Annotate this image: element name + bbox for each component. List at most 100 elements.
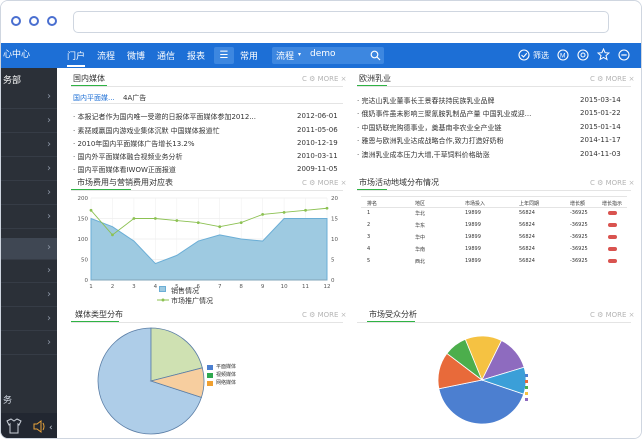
panel-title-media: 媒体类型分布: [75, 310, 123, 319]
nav-common[interactable]: 常用: [240, 49, 258, 62]
speaker-icon[interactable]: [33, 420, 45, 433]
news-item[interactable]: · 2010年国内平面媒体广告增长13.2%: [73, 139, 195, 149]
search-scope-dropdown[interactable]: 流程: [276, 49, 294, 62]
news-item-text[interactable]: 国内外平面媒体融合视频业务分析: [77, 153, 182, 161]
window-dot-3[interactable]: [47, 16, 57, 26]
series-point: [239, 221, 243, 224]
sidebar-title[interactable]: 心中心: [1, 43, 57, 68]
shirt-icon[interactable]: [6, 418, 22, 434]
news-item[interactable]: · 中国奶联完购德事业，奠基南非农业全产业链: [357, 123, 501, 133]
star-icon[interactable]: [597, 48, 610, 61]
news-item-date: 2014-11-17: [580, 136, 621, 144]
news-item-text[interactable]: 完达山乳业董事长王景春扶持民族乳业品牌: [361, 97, 494, 105]
news-item[interactable]: · 雅恩与欧洲乳业达成战略合作,致力打造好奶粉: [357, 136, 504, 146]
window-dot-2[interactable]: [29, 16, 39, 26]
nav-tab-portal[interactable]: 门户: [67, 49, 86, 67]
news-item-date: 2014-11-03: [580, 150, 621, 158]
chevron-right-icon: ›: [47, 91, 51, 102]
sidebar-item-3[interactable]: ›: [1, 135, 57, 157]
sidebar-item-11[interactable]: ›: [1, 333, 57, 355]
growth-indicator: [608, 259, 617, 263]
filter-button[interactable]: 筛选: [533, 50, 549, 61]
table-header: 地区: [415, 201, 426, 207]
sidebar: 心中心 务部 › › › › › › › › › › › 务 ‹: [1, 43, 57, 438]
chevron-right-icon: ›: [47, 242, 51, 253]
sidebar-item-9[interactable]: ›: [1, 285, 57, 307]
search-icon[interactable]: [370, 50, 381, 61]
news-item-text[interactable]: 国内平面媒体看IWOW正面报道: [77, 166, 175, 174]
table-cell: 西北: [415, 259, 426, 265]
news-item[interactable]: · 素琵威赢国内游戏业集体沉默 中国媒体报道忙: [73, 126, 220, 136]
legend-label-video: 视频媒体: [216, 372, 237, 378]
collapse-icon[interactable]: ‹: [49, 423, 53, 433]
news-item[interactable]: · 本报记者作为国内唯一受邀的日报体平面媒体参加2012...: [73, 112, 256, 122]
panel-tools-milk[interactable]: C ⚙ MORE ×: [590, 75, 635, 83]
news-item-text[interactable]: 本报记者作为国内唯一受邀的日报体平面媒体参加2012...: [77, 113, 256, 121]
table-header: 市场投入: [465, 201, 486, 207]
sidebar-item-5[interactable]: ›: [1, 183, 57, 205]
tab-4a-ads[interactable]: 4A广告: [123, 93, 146, 103]
news-item[interactable]: · 国内平面媒体看IWOW正面报道: [73, 165, 176, 175]
tab-domestic-print[interactable]: 国内平面媒...: [73, 93, 115, 103]
panel-title-audience: 市场受众分析: [369, 310, 417, 319]
panel-title-milk: 欧洲乳业: [359, 74, 391, 83]
legend-label-print: 平面媒体: [216, 364, 237, 370]
cost-chart: 050100150200051015201 2 3 4 5 6 7 8 9 10 11 12: [78, 196, 339, 290]
check-circle-icon[interactable]: [518, 49, 530, 61]
news-item-text[interactable]: 澳洲乳业成本压力大增,干草饲料价格助涨: [361, 151, 489, 159]
table-header: 增长指示: [602, 201, 623, 207]
y2-tick-label: 20: [331, 196, 338, 202]
news-item-date: 2011-05-06: [297, 126, 338, 134]
table-cell: 56824: [519, 234, 535, 240]
news-item[interactable]: · 俄奶事件虽未影响三聚氰胺乳制品产量 中国乳业或迎...: [357, 109, 531, 119]
panel-divider: [357, 190, 631, 191]
chevron-down-icon[interactable]: ▾: [298, 51, 301, 58]
legend-swatch-area: [159, 286, 166, 292]
growth-indicator: [608, 211, 617, 215]
series-point: [132, 217, 136, 220]
news-item[interactable]: · 国内外平面媒体融合视频业务分析: [73, 152, 182, 162]
panel-tools-media[interactable]: C ⚙ MORE ×: [302, 311, 347, 319]
window-dot-1[interactable]: [11, 16, 21, 26]
nav-tab-weibo[interactable]: 微博: [127, 49, 145, 62]
sidebar-category[interactable]: 务部: [1, 73, 57, 87]
menu-icon[interactable]: ☰: [214, 47, 234, 64]
panel-tools-cost[interactable]: C ⚙ MORE ×: [302, 179, 347, 187]
minus-circle-icon[interactable]: [618, 49, 630, 61]
nav-tab-process[interactable]: 流程: [97, 49, 115, 62]
sidebar-item-1[interactable]: ›: [1, 87, 57, 109]
table-cell: 2: [367, 222, 371, 228]
news-item[interactable]: · 澳洲乳业成本压力大增,干草饲料价格助涨: [357, 150, 490, 160]
sidebar-item-2[interactable]: ›: [1, 111, 57, 133]
panel-tools-audience[interactable]: C ⚙ MORE ×: [590, 311, 635, 319]
legend-swatch-video: [207, 373, 213, 378]
news-item-text[interactable]: 中国奶联完购德事业，奠基南非农业全产业链: [361, 124, 501, 132]
sidebar-item-6[interactable]: ›: [1, 207, 57, 229]
chevron-right-icon: ›: [47, 187, 51, 198]
news-item-text[interactable]: 素琵威赢国内游戏业集体沉默 中国媒体报道忙: [77, 127, 219, 135]
news-item-text[interactable]: 2010年国内平面媒体广告增长13.2%: [77, 140, 194, 148]
panel-tools-news[interactable]: C ⚙ MORE ×: [302, 75, 347, 83]
legend-swatch-line: [157, 298, 169, 302]
table-cell: 56824: [519, 246, 535, 252]
sidebar-item-8[interactable]: ›: [1, 261, 57, 283]
news-item-text[interactable]: 雅恩与欧洲乳业达成战略合作,致力打造好奶粉: [361, 137, 503, 145]
y-tick-label: 150: [78, 217, 89, 223]
address-bar[interactable]: [73, 11, 609, 33]
search-box[interactable]: 流程 ▾ demo: [272, 47, 384, 64]
panel-tools-activity[interactable]: C ⚙ MORE ×: [590, 179, 635, 187]
nav-tab-comm[interactable]: 通信: [157, 49, 175, 62]
search-input[interactable]: demo: [310, 49, 336, 59]
settings-icon[interactable]: [577, 49, 589, 61]
news-item-text[interactable]: 俄奶事件虽未影响三聚氰胺乳制品产量 中国乳业或迎...: [361, 110, 531, 118]
sidebar-item-4[interactable]: ›: [1, 159, 57, 181]
nav-tab-report[interactable]: 报表: [187, 49, 205, 62]
sidebar-item-active[interactable]: ›: [1, 238, 57, 260]
news-item-date: 2015-01-22: [580, 109, 621, 117]
news-item-date: 2010-12-19: [297, 139, 338, 147]
y2-tick-label: 0: [331, 278, 335, 284]
sidebar-item-10[interactable]: ›: [1, 309, 57, 331]
table-cell: 19899: [465, 258, 481, 264]
news-item[interactable]: · 完达山乳业董事长王景春扶持民族乳业品牌: [357, 96, 494, 106]
m-circle-icon[interactable]: M: [557, 49, 569, 61]
